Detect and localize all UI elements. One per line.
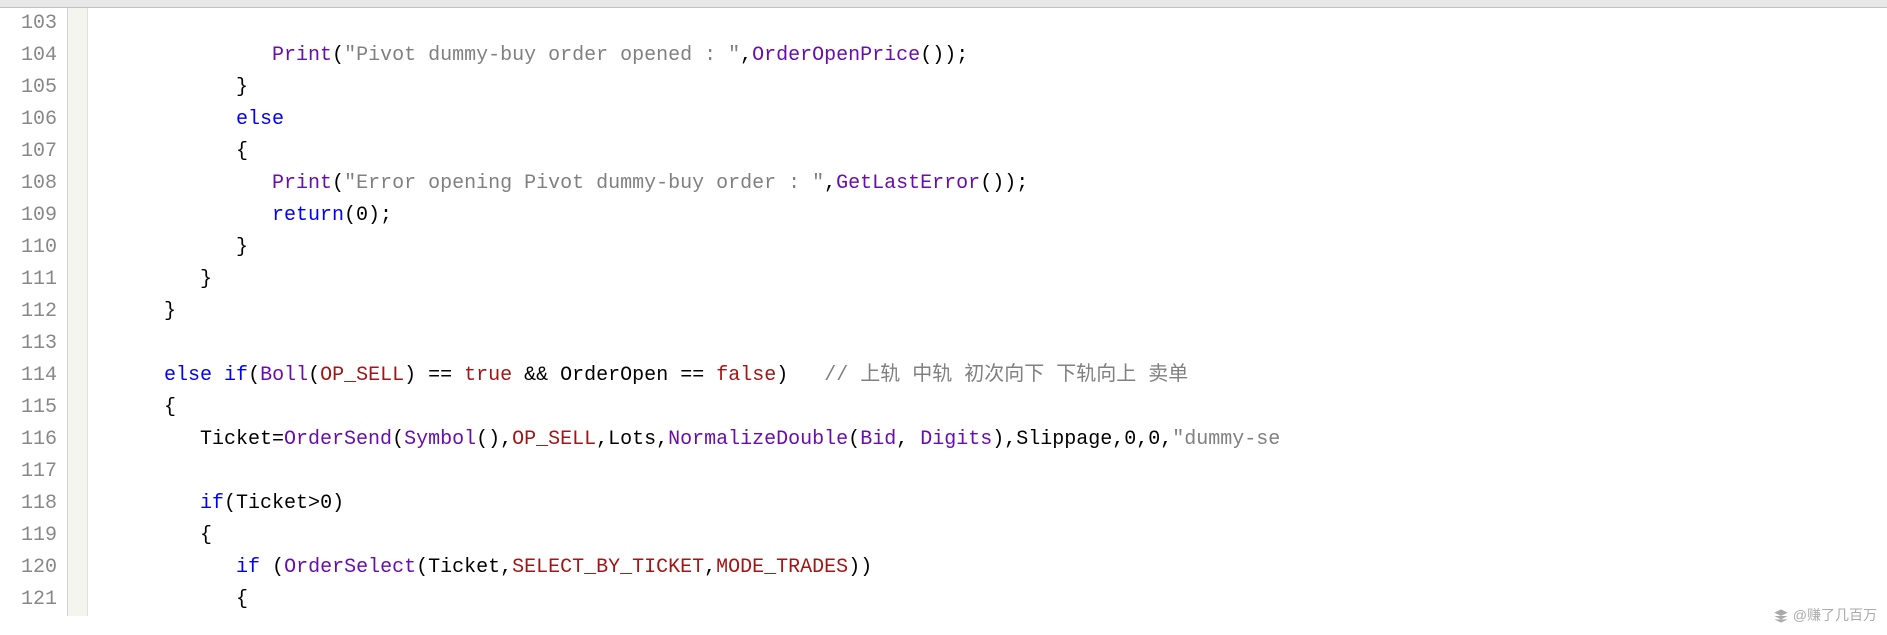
code-line[interactable]: Print("Pivot dummy-buy order opened : ",… xyxy=(92,40,1887,72)
line-number: 106 xyxy=(0,104,57,136)
code-line[interactable] xyxy=(92,328,1887,360)
line-number: 119 xyxy=(0,520,57,552)
code-line[interactable]: else xyxy=(92,104,1887,136)
line-number: 113 xyxy=(0,328,57,360)
code-line[interactable] xyxy=(92,8,1887,40)
code-line[interactable]: return(0); xyxy=(92,200,1887,232)
tab-bar xyxy=(0,0,1887,8)
line-number: 120 xyxy=(0,552,57,584)
code-line[interactable]: { xyxy=(92,520,1887,552)
line-number: 110 xyxy=(0,232,57,264)
code-line[interactable] xyxy=(92,456,1887,488)
code-editor[interactable]: 103 104 105 106 107 108 109 110 111 112 … xyxy=(0,8,1887,616)
line-number: 107 xyxy=(0,136,57,168)
code-line[interactable]: } xyxy=(92,264,1887,296)
line-number: 118 xyxy=(0,488,57,520)
code-line[interactable]: if (OrderSelect(Ticket,SELECT_BY_TICKET,… xyxy=(92,552,1887,584)
watermark-text: @赚了几百万 xyxy=(1793,607,1877,623)
line-number: 115 xyxy=(0,392,57,424)
line-number: 116 xyxy=(0,424,57,456)
line-number: 121 xyxy=(0,584,57,616)
code-line[interactable]: } xyxy=(92,296,1887,328)
code-line[interactable]: else if(Boll(OP_SELL) == true && OrderOp… xyxy=(92,360,1887,392)
line-number: 108 xyxy=(0,168,57,200)
watermark: @赚了几百万 xyxy=(1773,605,1877,625)
code-line[interactable]: { xyxy=(92,584,1887,616)
code-line[interactable]: Ticket=OrderSend(Symbol(),OP_SELL,Lots,N… xyxy=(92,424,1887,456)
fold-margin[interactable] xyxy=(68,8,88,616)
code-line[interactable]: { xyxy=(92,392,1887,424)
code-line[interactable]: if(Ticket>0) xyxy=(92,488,1887,520)
line-number: 104 xyxy=(0,40,57,72)
line-number: 112 xyxy=(0,296,57,328)
line-number: 105 xyxy=(0,72,57,104)
watermark-icon xyxy=(1773,608,1789,624)
code-line[interactable]: } xyxy=(92,72,1887,104)
code-line[interactable]: } xyxy=(92,232,1887,264)
line-number: 103 xyxy=(0,8,57,40)
line-number: 114 xyxy=(0,360,57,392)
code-content[interactable]: Print("Pivot dummy-buy order opened : ",… xyxy=(88,8,1887,616)
line-number-gutter: 103 104 105 106 107 108 109 110 111 112 … xyxy=(0,8,68,616)
line-number: 111 xyxy=(0,264,57,296)
line-number: 117 xyxy=(0,456,57,488)
code-line[interactable]: { xyxy=(92,136,1887,168)
code-line[interactable]: Print("Error opening Pivot dummy-buy ord… xyxy=(92,168,1887,200)
line-number: 109 xyxy=(0,200,57,232)
